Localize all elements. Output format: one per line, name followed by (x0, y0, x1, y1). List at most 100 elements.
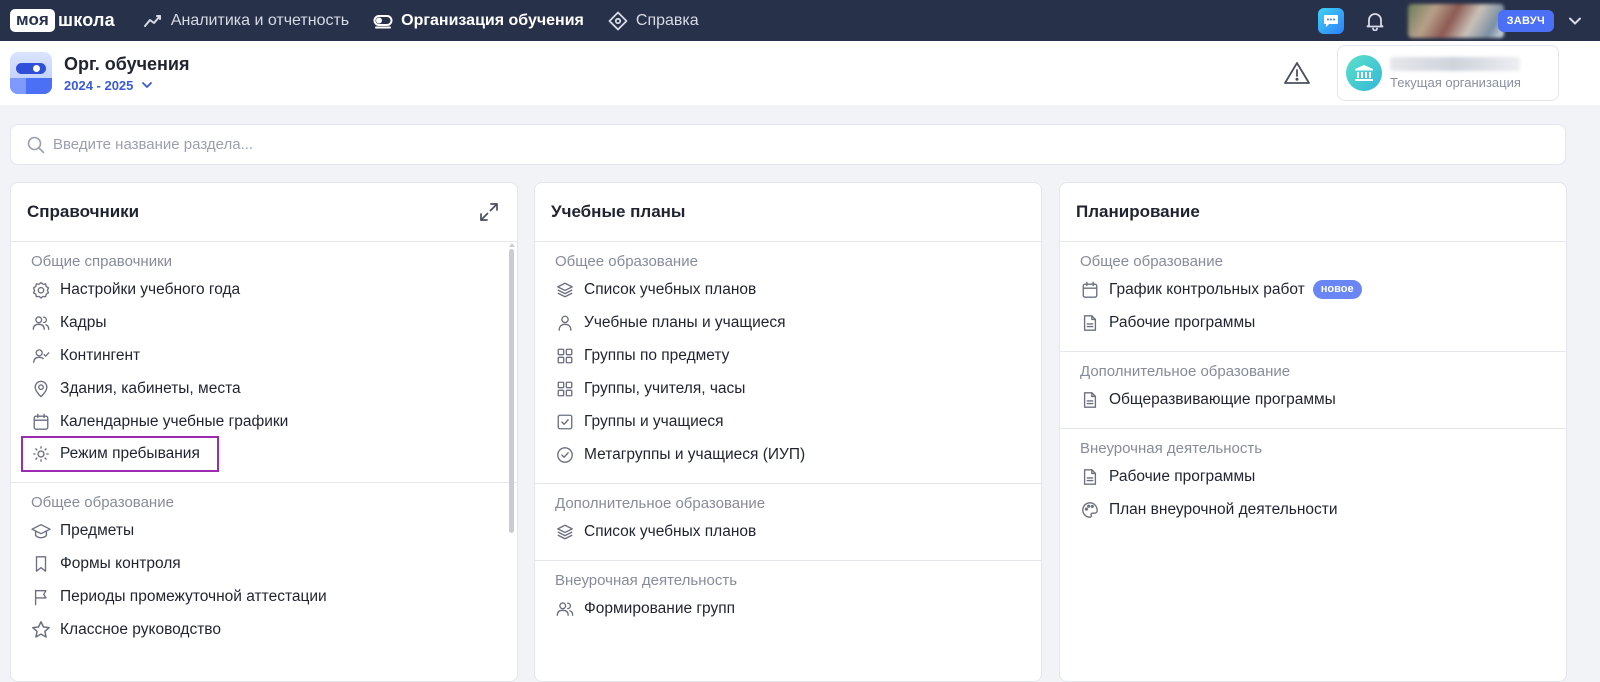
menu-item-subject-groups[interactable]: Группы по предмету (555, 339, 1021, 372)
org-label: Текущая организация (1390, 74, 1521, 90)
menu-item-subjects[interactable]: Предметы (31, 514, 497, 547)
user-menu-toggle[interactable] (1568, 16, 1582, 26)
layers-icon (555, 522, 575, 542)
menu-item-curricula-list[interactable]: Список учебных планов (555, 273, 1021, 306)
checkbox-icon (555, 412, 575, 432)
menu-item-control-forms[interactable]: Формы контроля (31, 547, 497, 580)
expand-button[interactable] (479, 202, 499, 227)
nav-learning-org[interactable]: Организация обучения (373, 12, 584, 30)
menu-item-group-forming[interactable]: Формирование групп (555, 592, 1021, 625)
section-title: Общее образование (555, 253, 698, 270)
menu-item-calendar-schedules[interactable]: Календарные учебные графики (31, 405, 497, 438)
notifications-button[interactable] (1366, 11, 1384, 31)
section-extracurricular: Внеурочная деятельность Рабочие программ… (1060, 429, 1566, 538)
star-icon (31, 620, 51, 640)
role-badge: ЗАВУЧ (1497, 9, 1554, 32)
nav-analytics[interactable]: Аналитика и отчетность (143, 12, 349, 30)
user-icon (555, 313, 575, 333)
menu-item-academic-year-settings[interactable]: Настройки учебного года (31, 273, 497, 306)
menu-item-test-schedule[interactable]: График контрольных работ новое (1080, 273, 1546, 306)
grid-icon (555, 379, 575, 399)
file-icon (1080, 467, 1100, 487)
menu-item-label: Список учебных планов (584, 522, 757, 540)
card-header: Учебные планы (535, 183, 1041, 242)
menu-item-groups-teachers-hours[interactable]: Группы, учителя, часы (555, 372, 1021, 405)
menu-item-label: Группы по предмету (584, 346, 730, 364)
menu-item-label: План внеурочной деятельности (1109, 500, 1338, 518)
section-search (10, 124, 1566, 165)
scroll-up-arrow[interactable] (509, 243, 515, 247)
module-icon (10, 52, 52, 94)
users-icon (31, 313, 51, 333)
section-title: Дополнительное образование (555, 495, 766, 512)
menu-item-curricula-students[interactable]: Учебные планы и учащиеся (555, 306, 1021, 339)
menu-item-label: Классное руководство (60, 620, 221, 638)
section-title: Общее образование (31, 494, 174, 511)
card-title: Справочники (27, 202, 140, 221)
calendar-icon (1080, 280, 1100, 300)
palette-icon (1080, 500, 1100, 520)
file-icon (1080, 390, 1100, 410)
menu-item-contingent[interactable]: Контингент (31, 339, 497, 372)
menu-item-label: Периоды промежуточной аттестации (60, 587, 327, 605)
menu-item-groups-students[interactable]: Группы и учащиеся (555, 405, 1021, 438)
user-check-icon (31, 346, 51, 366)
section-additional-education: Дополнительное образование Общеразвивающ… (1060, 352, 1566, 429)
app-logo[interactable]: моя школа (10, 9, 115, 32)
menu-item-label: Здания, кабинеты, места (60, 379, 241, 397)
menu-item-label: Метагруппы и учащиеся (ИУП) (584, 445, 806, 463)
menu-item-label: Общеразвивающие программы (1109, 390, 1336, 408)
menu-item-buildings[interactable]: Здания, кабинеты, места (31, 372, 497, 405)
bell-icon (1366, 12, 1383, 31)
menu-item-label: Формирование групп (584, 599, 736, 617)
menu-item-label: Контингент (60, 346, 141, 364)
menu-item-label: Предметы (60, 521, 135, 539)
menu-item-curricula-list-additional[interactable]: Список учебных планов (555, 515, 1021, 548)
card-header: Планирование (1060, 183, 1566, 242)
section-general-references: Общие справочники Настройки учебного год… (11, 242, 517, 483)
menu-item-extracurricular-programs[interactable]: Рабочие программы (1080, 460, 1546, 493)
section-additional-education: Дополнительное образование Список учебны… (535, 484, 1041, 561)
warning-icon (1284, 62, 1310, 84)
chat-icon (1323, 14, 1338, 27)
analytics-icon (143, 14, 161, 27)
card-curricula: Учебные планы Общее образование Список у… (534, 182, 1042, 682)
menu-item-label: Учебные планы и учащиеся (584, 313, 786, 331)
menu-item-attestation-periods[interactable]: Периоды промежуточной аттестации (31, 580, 497, 613)
logo-shkola: школа (58, 10, 115, 30)
top-navigation: моя школа Аналитика и отчетность Организ… (0, 0, 1600, 41)
chat-button[interactable] (1317, 7, 1344, 34)
menu-item-stay-mode[interactable]: Режим пребывания (21, 436, 219, 472)
menu-item-class-guidance[interactable]: Классное руководство (31, 613, 497, 646)
menu-item-label: Кадры (60, 313, 107, 331)
year-selector[interactable]: 2024 - 2025 (64, 78, 189, 93)
current-organization[interactable]: Текущая организация (1337, 45, 1559, 101)
menu-item-developmental-programs[interactable]: Общеразвивающие программы (1080, 383, 1546, 416)
sun-icon (31, 444, 51, 464)
org-text: Текущая организация (1390, 56, 1521, 90)
nav-learning-org-label: Организация обучения (401, 11, 584, 29)
menu-item-work-programs[interactable]: Рабочие программы (1080, 306, 1546, 339)
users-icon (555, 599, 575, 619)
new-badge: новое (1312, 280, 1362, 299)
menu-item-metagroups[interactable]: Метагруппы и учащиеся (ИУП) (555, 438, 1021, 471)
file-icon (1080, 313, 1100, 333)
section-title: Общие справочники (31, 253, 173, 270)
menu-item-label: Список учебных планов (584, 280, 757, 298)
menu-item-label: Группы, учителя, часы (584, 379, 746, 397)
nav-help[interactable]: Справка (608, 11, 699, 31)
chevron-down-icon (1569, 17, 1581, 25)
menu-item-staff[interactable]: Кадры (31, 306, 497, 339)
menu-item-extracurricular-plan[interactable]: План внеурочной деятельности (1080, 493, 1546, 526)
scrollbar[interactable] (509, 249, 514, 533)
map-pin-icon (31, 379, 51, 399)
flag-icon (31, 587, 51, 607)
grid-icon (555, 346, 575, 366)
card-planning: Планирование Общее образование График ко… (1059, 182, 1567, 682)
warning-button[interactable] (1283, 61, 1311, 90)
section-general-education: Общее образование График контрольных раб… (1060, 242, 1566, 352)
user-avatar[interactable] (1407, 3, 1504, 38)
menu-item-label: Рабочие программы (1109, 313, 1256, 331)
search-input[interactable] (53, 136, 1565, 153)
expand-icon (480, 203, 498, 221)
